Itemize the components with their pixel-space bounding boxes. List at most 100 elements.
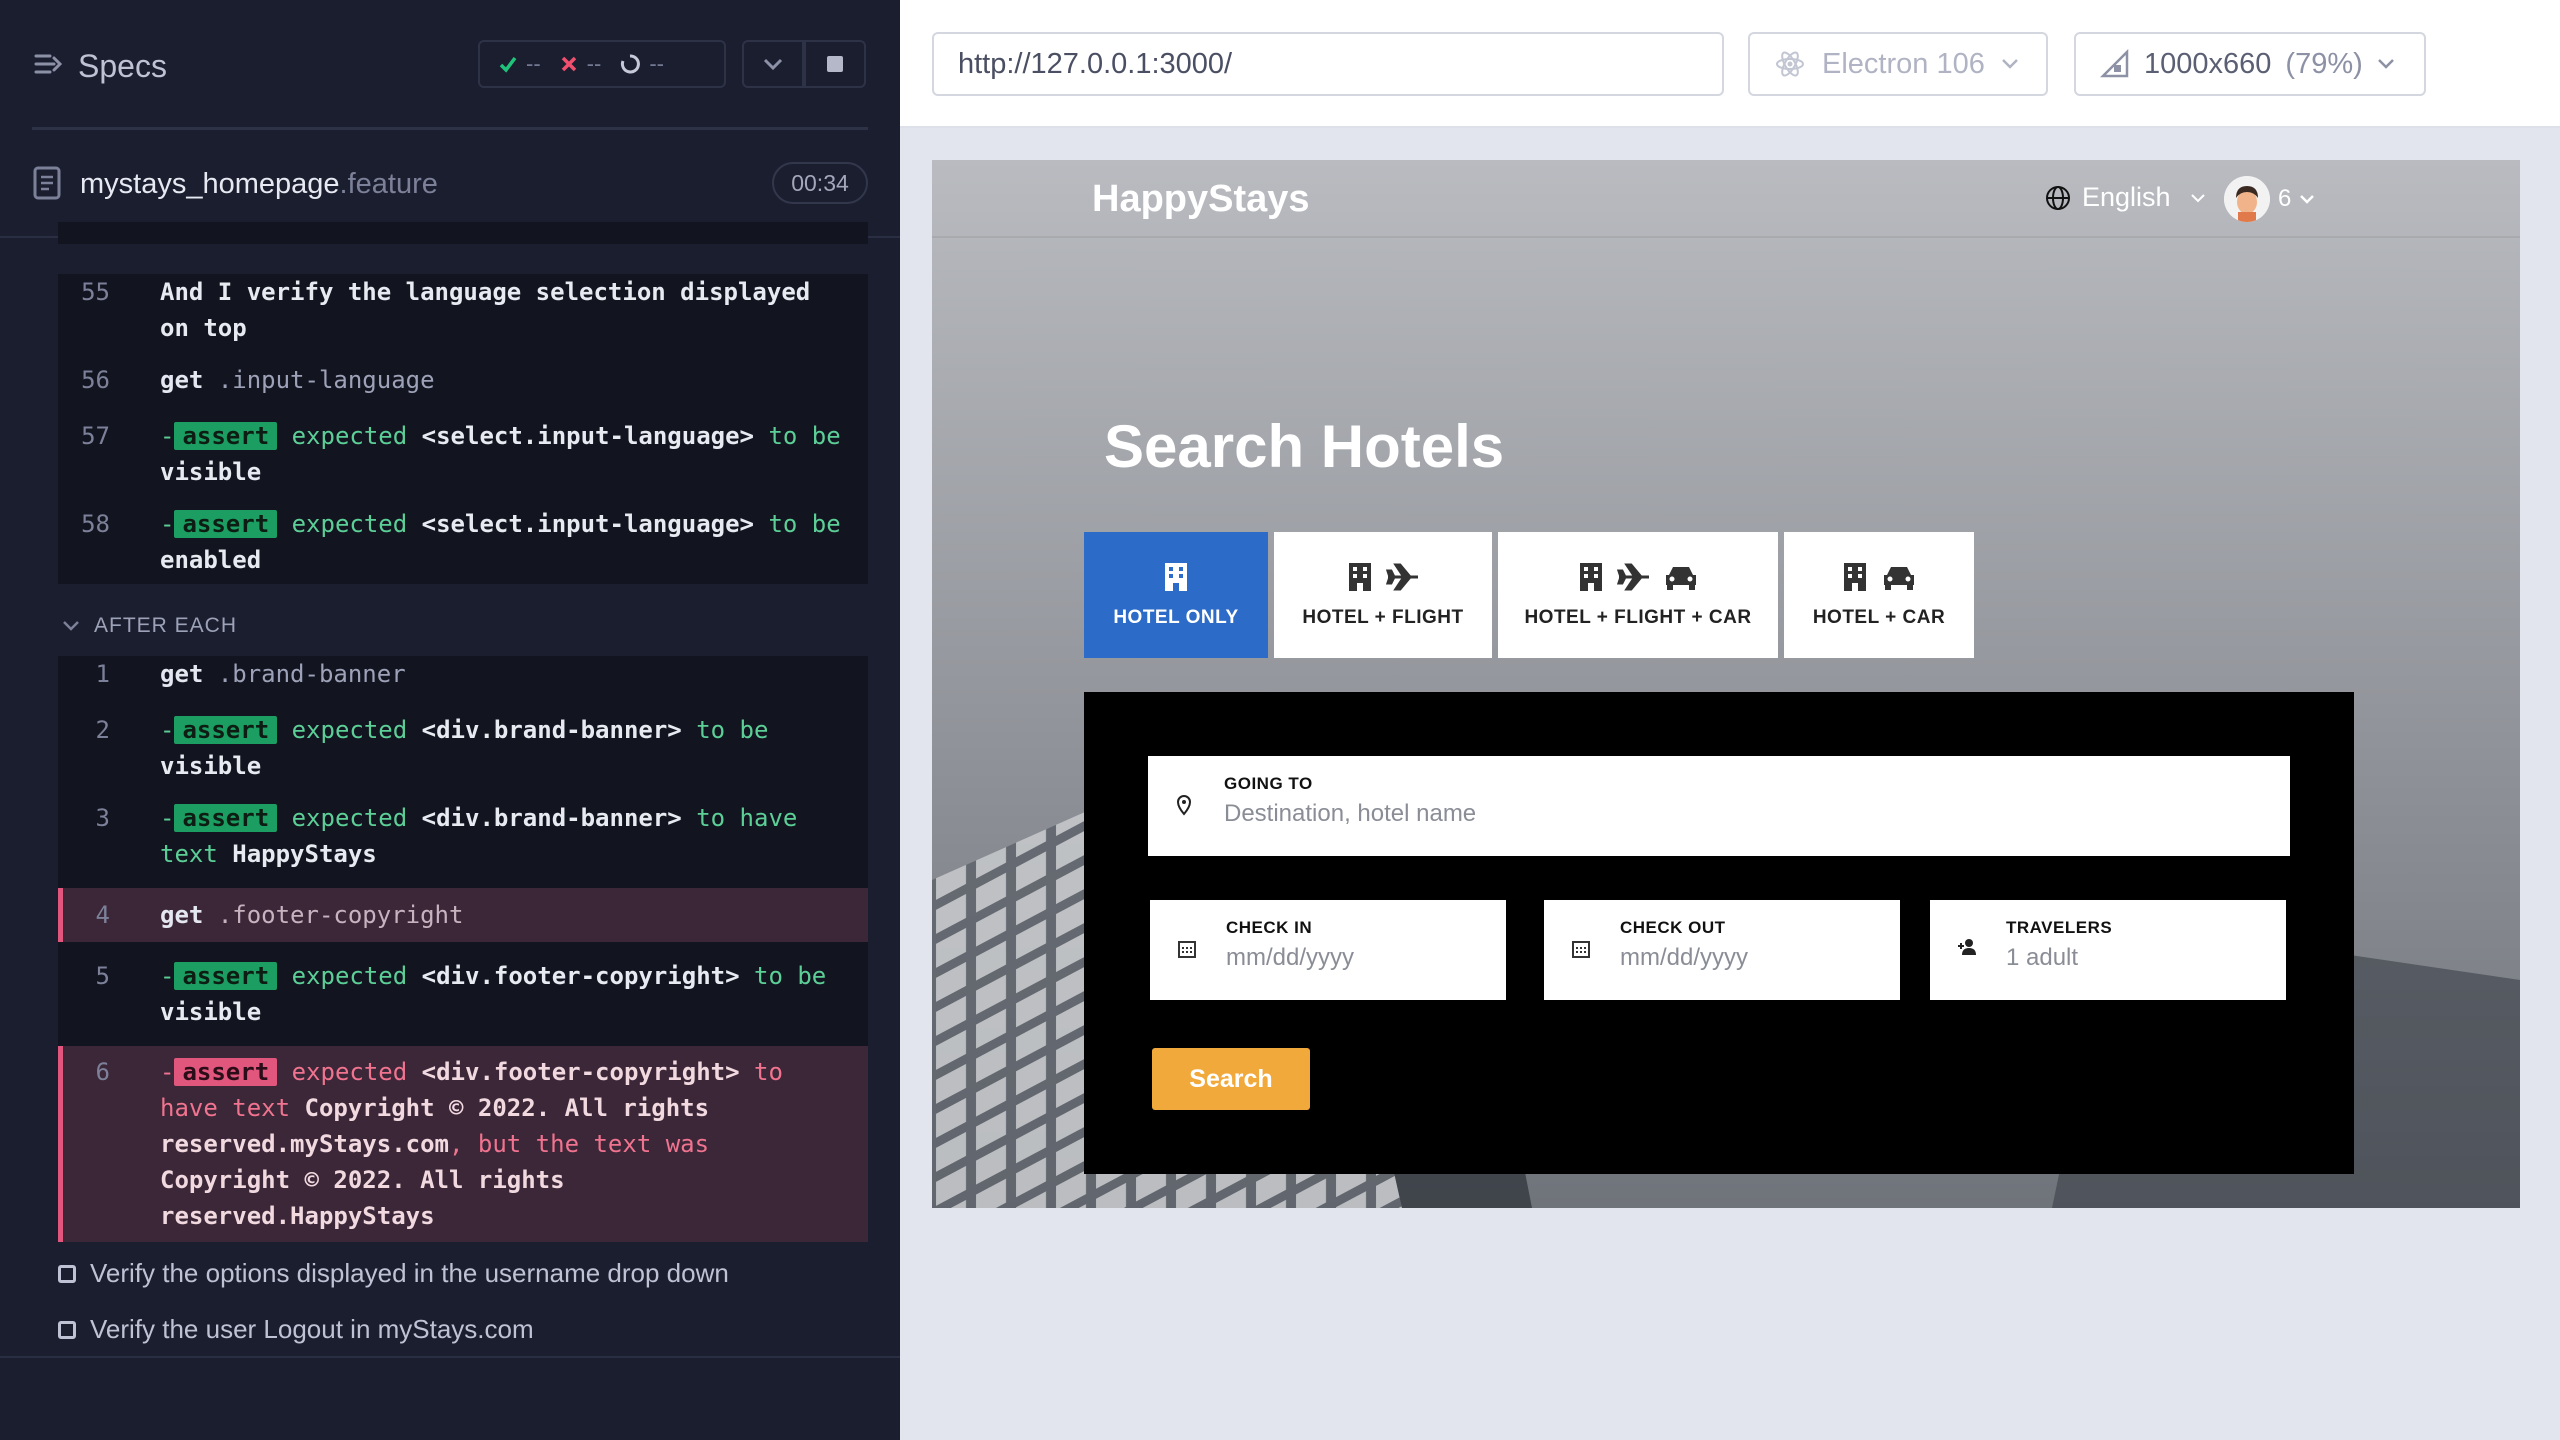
line-number: 3 xyxy=(95,804,110,832)
hero-title: Search Hotels xyxy=(1104,413,1505,480)
assert-element: <div.brand-banner> xyxy=(421,804,682,832)
after-each-header[interactable]: AFTER EACH xyxy=(62,614,237,638)
aut-header: http://127.0.0.1:3000/ Electron 106 1000… xyxy=(900,0,2560,128)
line-number: 2 xyxy=(95,716,110,744)
chevron-down-icon xyxy=(2300,195,2315,204)
command-row[interactable]: 57 - assert expected <select.input-langua… xyxy=(58,418,868,490)
collapse-button[interactable] xyxy=(742,40,804,88)
hotel-search-form: GOING TO Destination, hotel name CHECK I… xyxy=(1084,692,2354,1174)
spec-file-ext: .feature xyxy=(339,168,438,200)
command-row-failed[interactable]: 6 - assert expected <div.footer-copyright… xyxy=(58,1046,868,1242)
assert-text: to be xyxy=(768,510,841,538)
cut-command-row xyxy=(58,222,868,244)
chevron-down-icon xyxy=(2190,193,2205,202)
line-number: 4 xyxy=(95,901,110,929)
assert-element: <select.input-language> xyxy=(421,422,754,450)
globe-icon xyxy=(2046,185,2070,210)
test-status-icon xyxy=(58,1320,76,1339)
failed-stat: -- xyxy=(559,51,601,77)
car-icon xyxy=(1884,567,1914,590)
command-row[interactable]: 56 get .input-language xyxy=(58,362,868,398)
electron-icon xyxy=(1776,51,1804,77)
command-row[interactable]: 3 - assert expected <div.brand-banner> to… xyxy=(58,800,868,872)
header-divider xyxy=(32,127,868,130)
viewport-selector[interactable]: 1000x660 (79%) xyxy=(2074,32,2426,96)
assert-badge: assert xyxy=(174,510,278,538)
assert-badge: assert xyxy=(174,422,278,450)
line-number: 55 xyxy=(81,278,110,306)
check-in-input[interactable]: mm/dd/yyyy xyxy=(1226,944,1354,972)
command-row[interactable]: 5 - assert expected <div.footer-copyright… xyxy=(58,958,868,1030)
tab-hotel-car[interactable]: HOTEL + CAR xyxy=(1784,532,1974,658)
hotel-icon xyxy=(1580,563,1602,591)
assert-text: expected xyxy=(291,962,408,990)
run-stats: -- -- -- xyxy=(478,40,726,88)
chevron-down-icon xyxy=(2001,59,2018,69)
browser-selector[interactable]: Electron 106 xyxy=(1748,32,2048,96)
ruler-icon xyxy=(2100,49,2129,78)
going-to-field[interactable]: GOING TO Destination, hotel name xyxy=(1148,756,2290,856)
avatar xyxy=(2224,176,2270,222)
chevron-down-icon xyxy=(763,58,783,71)
tab-hotel-only[interactable]: HOTEL ONLY xyxy=(1084,532,1268,658)
specs-list-icon[interactable] xyxy=(32,48,66,82)
hotel-icon xyxy=(1844,563,1866,591)
plane-icon xyxy=(1617,563,1649,591)
assert-badge: assert xyxy=(174,1058,278,1086)
aut-panel: http://127.0.0.1:3000/ Electron 106 1000… xyxy=(900,0,2560,1440)
specs-title[interactable]: Specs xyxy=(78,48,167,85)
calendar-icon xyxy=(1178,941,1196,958)
user-menu[interactable]: 6 xyxy=(2224,176,2315,222)
url-bar[interactable]: http://127.0.0.1:3000/ xyxy=(932,32,1724,96)
tab-hotel-flight-car[interactable]: HOTEL + FLIGHT + CAR xyxy=(1498,532,1778,658)
line-number: 1 xyxy=(95,660,110,688)
stop-icon xyxy=(827,56,843,72)
line-number: 5 xyxy=(95,962,110,990)
check-in-field[interactable]: CHECK IN mm/dd/yyyy xyxy=(1150,900,1506,1000)
trip-type-tabs: HOTEL ONLY HOTEL + FLIGHT HOTEL + FLIGHT… xyxy=(1084,532,1974,658)
viewport-scale: (79%) xyxy=(2285,47,2363,80)
command-row[interactable]: 1 get .brand-banner xyxy=(58,656,868,692)
assert-text: , but the text was xyxy=(448,1130,710,1158)
calendar-icon xyxy=(1572,941,1590,958)
line-number: 58 xyxy=(81,510,110,538)
travelers-input[interactable]: 1 adult xyxy=(2006,944,2078,972)
app-viewport: HappyStays English 6 Search Hotels HOTEL xyxy=(932,160,2520,1208)
test-item[interactable]: Verify the options displayed in the user… xyxy=(58,1258,729,1289)
assert-value: visible xyxy=(160,998,262,1026)
going-to-input[interactable]: Destination, hotel name xyxy=(1224,800,1476,828)
command-row[interactable]: 2 - assert expected <div.brand-banner> to… xyxy=(58,712,868,784)
command-row[interactable]: 55 And I verify the language selection d… xyxy=(58,274,868,346)
chevron-down-icon xyxy=(2377,59,2394,69)
assert-text: expected xyxy=(291,716,408,744)
travelers-field[interactable]: TRAVELERS 1 adult xyxy=(1930,900,2286,1000)
test-title: Verify the options displayed in the user… xyxy=(90,1258,729,1288)
assert-element: <div.brand-banner> xyxy=(421,716,682,744)
chevron-down-icon xyxy=(63,621,79,631)
after-each-label: AFTER EACH xyxy=(94,614,238,637)
assert-badge: assert xyxy=(174,962,278,990)
assert-actual-value: Copyright © 2022. All rights reserved.Ha… xyxy=(160,1166,565,1230)
spec-file-row[interactable]: mystays_homepage.feature 00:34 xyxy=(32,160,868,208)
command-row[interactable]: 58 - assert expected <select.input-langua… xyxy=(58,506,868,578)
hotel-icon xyxy=(1349,563,1371,591)
language-label: English xyxy=(2082,182,2171,212)
test-title: Verify the user Logout in myStays.com xyxy=(90,1314,534,1344)
test-item[interactable]: Verify the user Logout in myStays.com xyxy=(58,1314,534,1345)
brand-banner[interactable]: HappyStays xyxy=(1092,178,1310,221)
x-icon xyxy=(561,56,576,72)
check-out-input[interactable]: mm/dd/yyyy xyxy=(1620,944,1748,972)
command-row-pinned[interactable]: 4 get .footer-copyright xyxy=(58,888,868,942)
command-selector: .input-language xyxy=(217,366,435,394)
assert-element: <div.footer-copyright> xyxy=(421,1058,740,1086)
tab-hotel-flight[interactable]: HOTEL + FLIGHT xyxy=(1274,532,1492,658)
check-out-field[interactable]: CHECK OUT mm/dd/yyyy xyxy=(1544,900,1900,1000)
search-button[interactable]: Search xyxy=(1152,1048,1310,1110)
browser-label: Electron 106 xyxy=(1822,47,1985,80)
add-person-icon xyxy=(1958,939,1976,955)
language-select[interactable]: English xyxy=(2044,182,2207,213)
command-name: get xyxy=(160,901,204,929)
stop-button[interactable] xyxy=(804,40,866,88)
test-status-icon xyxy=(58,1264,76,1283)
passed-stat: -- xyxy=(498,51,541,77)
